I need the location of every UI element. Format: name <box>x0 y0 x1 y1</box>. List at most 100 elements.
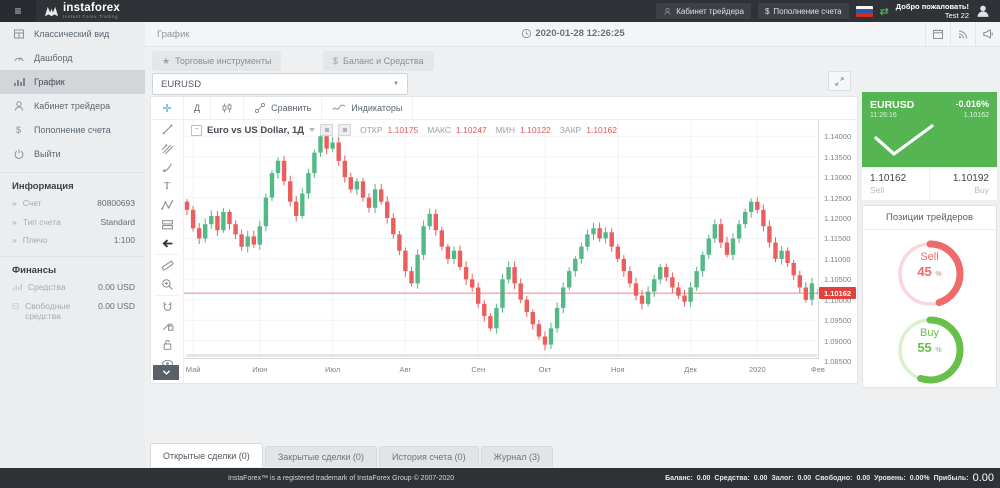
chart-type-button[interactable] <box>211 97 244 119</box>
magnet-tool[interactable] <box>151 297 183 316</box>
compare-button[interactable]: Сравнить <box>244 97 322 119</box>
x-axis-label: Авг <box>400 365 412 374</box>
dollar-icon: $ <box>333 56 338 66</box>
text-tool-icon: T <box>164 181 170 192</box>
sidebar-item-dashboard[interactable]: Дашборд <box>0 46 145 70</box>
x-axis-label: Июн <box>252 365 267 374</box>
trader-cabinet-button[interactable]: Кабинет трейдера <box>656 3 751 19</box>
chevron-right-icon: » <box>12 198 17 209</box>
indicators-icon <box>332 102 346 114</box>
info-value: 1:100 <box>114 235 135 245</box>
legend-collapse-button[interactable]: − <box>191 125 202 136</box>
sidebar: Классический вид Дашборд График Кабинет … <box>0 22 146 468</box>
language-switch-icon[interactable]: ⇄ <box>880 5 889 18</box>
measure-tool[interactable] <box>151 256 183 275</box>
compare-icon <box>254 102 266 114</box>
sidebar-item-trader-cabinet[interactable]: Кабинет трейдера <box>0 94 145 118</box>
finance-label: Средства <box>28 282 66 293</box>
sidebar-item-label: Кабинет трейдера <box>34 101 110 111</box>
chart-hscrollbar[interactable] <box>186 354 817 357</box>
y-axis-label: 1.09500 <box>824 316 851 325</box>
sell-quote-button[interactable]: 1.10162 Sell <box>862 168 929 200</box>
tab-open-trades[interactable]: Открытые сделки (0) <box>150 443 263 467</box>
announcements-button[interactable] <box>975 22 1000 46</box>
brand-logo[interactable]: instaforex Instant Forex Trading <box>44 3 120 20</box>
legend-settings-button[interactable] <box>338 124 351 136</box>
toolbar-spacer <box>413 97 857 119</box>
y-axis-label: 1.08500 <box>824 357 851 366</box>
y-axis-label: 1.10500 <box>824 275 851 284</box>
trendline-tool[interactable] <box>151 120 183 139</box>
chevron-right-icon: » <box>12 235 17 246</box>
sidebar-item-chart[interactable]: График <box>0 70 145 94</box>
buy-quote-button[interactable]: 1.10192 Buy <box>930 168 997 200</box>
stat-value: 0.00 <box>697 475 711 482</box>
quote-sparkline <box>870 120 950 165</box>
sidebar-item-classic-view[interactable]: Классический вид <box>0 22 145 46</box>
sell-gauge-label: Sell <box>890 251 970 264</box>
footer: InstaForex™ is a registered trademark of… <box>0 468 1000 488</box>
pitchfork-tool[interactable] <box>151 139 183 158</box>
avatar-icon[interactable] <box>976 4 990 18</box>
quote-price: 1.10162 <box>964 112 989 119</box>
trading-instruments-button[interactable]: ★ Торговые инструменты <box>152 51 281 71</box>
fullscreen-button[interactable] <box>828 71 851 91</box>
interval-label: Д <box>194 103 200 113</box>
welcome-block: Добро пожаловать! Test 22 <box>896 2 969 21</box>
current-price-tag: 1.10162 <box>819 287 856 299</box>
collapse-toolbar-button[interactable] <box>153 365 179 380</box>
balance-funds-button[interactable]: $ Баланс и Средства <box>323 51 434 71</box>
russia-flag-icon[interactable] <box>856 6 873 17</box>
sidebar-item-logout[interactable]: Выйти <box>0 142 145 166</box>
megaphone-icon <box>982 28 994 40</box>
rss-button[interactable] <box>950 22 975 46</box>
x-axis-label: 2020 <box>749 365 766 374</box>
rss-icon <box>957 28 969 40</box>
stat-label: Средства: <box>714 475 749 482</box>
xabcd-pattern-tool[interactable] <box>151 196 183 215</box>
star-icon: ★ <box>162 56 170 67</box>
finance-label: Свободные средства <box>25 301 84 322</box>
tab-closed-trades[interactable]: Закрытые сделки (0) <box>265 446 377 467</box>
interval-button[interactable]: Д <box>184 97 211 119</box>
tab-account-history[interactable]: История счета (0) <box>379 446 479 467</box>
indicators-label: Индикаторы <box>351 103 402 113</box>
zoom-in-tool[interactable] <box>151 275 183 294</box>
compare-label: Сравнить <box>271 103 311 113</box>
gauge-sell: Sell 45 % <box>890 237 970 311</box>
text-tool[interactable]: T <box>151 177 183 196</box>
position-tool[interactable] <box>151 215 183 234</box>
crosshair-tool[interactable]: ✛ <box>151 97 184 119</box>
sidebar-item-deposit[interactable]: $ Пополнение счета <box>0 118 145 142</box>
drawing-lock-tool[interactable] <box>151 316 183 335</box>
symbol-select[interactable]: EURUSD ▼ <box>152 73 408 95</box>
quote-symbol: EURUSD <box>870 99 914 111</box>
y-axis-label: 1.12000 <box>824 214 851 223</box>
x-axis-label: Фев <box>811 365 825 374</box>
sidebar-item-label: Выйти <box>34 149 61 159</box>
arrow-tool[interactable] <box>151 234 183 253</box>
calendar-button[interactable] <box>925 22 950 46</box>
deposit-button[interactable]: $ Пополнение счета <box>758 3 849 19</box>
chevron-down-icon <box>161 369 172 377</box>
tab-journal[interactable]: Журнал (3) <box>481 446 553 467</box>
dollar-icon: $ <box>765 7 769 16</box>
chart-plot-area[interactable]: − Euro vs US Dollar, 1Д ОТКР 1.10175 МАК… <box>184 120 819 359</box>
brush-tool[interactable] <box>151 158 183 177</box>
quote-card[interactable]: EURUSD 11:26:16 -0.016% 1.10162 1.10162 … <box>862 92 997 200</box>
bottom-tabs: Открытые сделки (0) Закрытые сделки (0) … <box>150 443 553 467</box>
main-header-bar: График 2020-01-28 12:26:25 <box>145 22 1000 47</box>
footer-stats: Баланс:0.00 Средства:0.00 Залог:0.00 Сво… <box>665 472 994 484</box>
quote-time: 11:26:16 <box>870 112 897 119</box>
candles-svg <box>184 120 819 359</box>
legend-style-button[interactable] <box>320 124 333 136</box>
finance-value: 0.00 USD <box>98 301 135 311</box>
lock-tool[interactable] <box>151 335 183 354</box>
chevron-down-icon: ▼ <box>393 81 399 87</box>
y-axis[interactable]: 1.140001.135001.130001.125001.120001.115… <box>818 120 857 359</box>
hamburger-menu-icon[interactable]: ≡ <box>0 0 36 22</box>
legend-caret-icon[interactable] <box>309 128 315 132</box>
x-axis[interactable]: МайИюнИюлАвгСенОктНояДек2020Фев <box>184 358 819 383</box>
main-area: График 2020-01-28 12:26:25 ★ Торговые ин… <box>145 22 1000 468</box>
indicators-button[interactable]: Индикаторы <box>322 97 413 119</box>
